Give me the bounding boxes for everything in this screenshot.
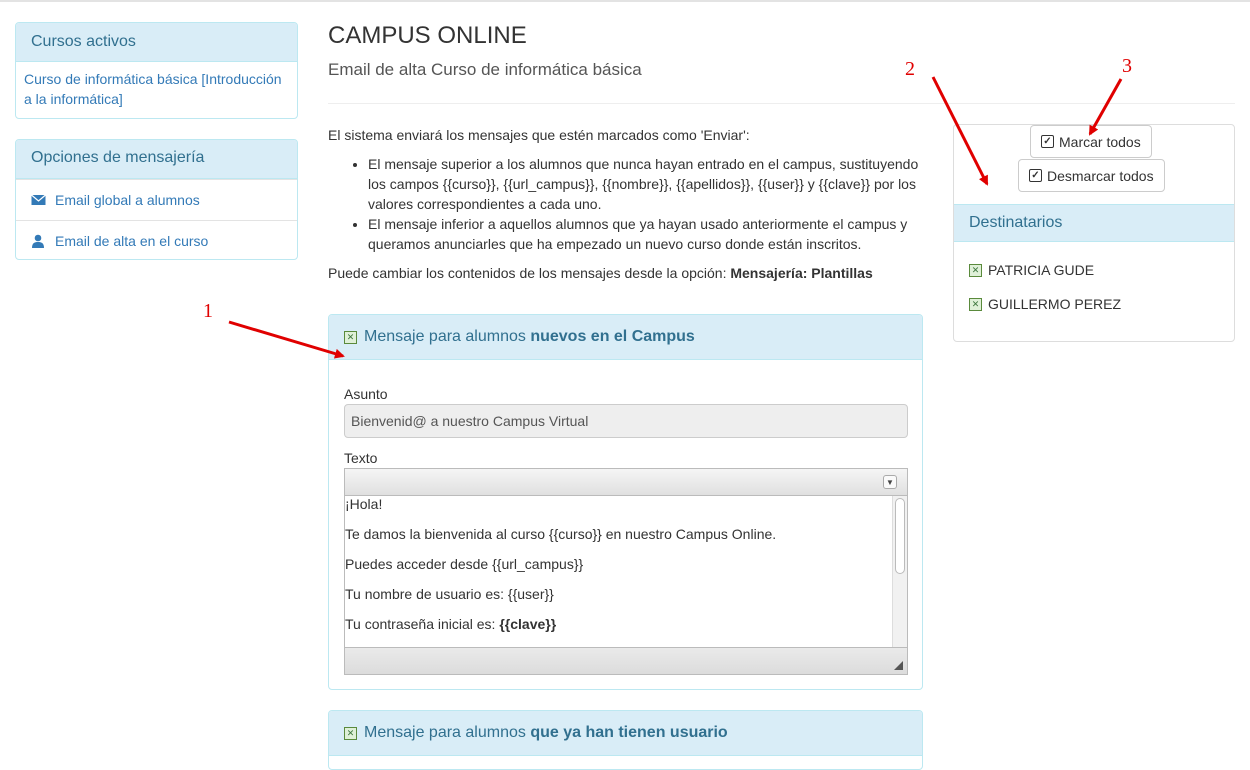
editor-line: Puedes acceder desde {{url_campus}} bbox=[345, 556, 584, 572]
templates-option: Mensajería: Plantillas bbox=[730, 265, 873, 281]
editor-line: ¡Hola! bbox=[345, 496, 383, 512]
rich-text-editor[interactable]: ▼ ¡Hola! Te damos la bienvenida al curso… bbox=[344, 468, 908, 675]
intro-bullet: El mensaje superior a los alumnos que nu… bbox=[368, 154, 928, 214]
subject-label: Asunto bbox=[344, 386, 388, 402]
editor-line: Tu nombre de usuario es: {{user}} bbox=[345, 586, 554, 602]
heading-bold: que ya han tienen usuario bbox=[530, 724, 728, 741]
editor-statusbar bbox=[345, 647, 907, 674]
recipient-item[interactable]: ✕ GUILLERMO PEREZ bbox=[969, 296, 1121, 312]
intro-lead: El sistema enviará los mensajes que esté… bbox=[328, 127, 750, 143]
existing-students-heading: ✕ Mensaje para alumnos que ya han tienen… bbox=[329, 711, 922, 756]
intro-footer-text: Puede cambiar los contenidos de los mens… bbox=[328, 265, 727, 281]
active-courses-panel: Cursos activos Curso de informática bási… bbox=[15, 22, 298, 119]
recipient-name: GUILLERMO PEREZ bbox=[988, 296, 1122, 312]
recipients-panel: ✓ Marcar todos ✓ Desmarcar todos Destina… bbox=[953, 124, 1235, 342]
editor-scrollbar[interactable] bbox=[892, 496, 907, 647]
recipient-checkbox[interactable]: ✕ bbox=[969, 297, 982, 311]
intro-footer: Puede cambiar los contenidos de los mens… bbox=[328, 263, 928, 283]
annotation-number: 1 bbox=[203, 300, 213, 322]
send-checkbox[interactable]: ✕ bbox=[344, 330, 357, 344]
text-label: Texto bbox=[344, 450, 378, 466]
sidebar-item-label: Email de alta en el curso bbox=[55, 233, 209, 249]
envelope-icon bbox=[31, 194, 55, 206]
intro-list: El mensaje superior a los alumnos que nu… bbox=[328, 154, 928, 254]
heading-prefix: Mensaje para alumnos bbox=[364, 328, 526, 345]
course-link[interactable]: Curso de informática básica [Introducció… bbox=[16, 62, 297, 116]
heading-prefix: Mensaje para alumnos bbox=[364, 724, 526, 741]
active-courses-heading: Cursos activos bbox=[16, 23, 297, 62]
mark-all-label: Marcar todos bbox=[1059, 133, 1141, 150]
resize-handle-icon[interactable] bbox=[894, 661, 903, 670]
subject-input[interactable] bbox=[344, 404, 908, 438]
editor-line: Te damos la bienvenida al curso {{curso}… bbox=[345, 526, 777, 542]
heading-bold: nuevos en el Campus bbox=[530, 328, 695, 345]
new-students-heading: ✕ Mensaje para alumnos nuevos en el Camp… bbox=[329, 315, 922, 360]
editor-line: Tu contraseña inicial es: {{clave}} bbox=[345, 616, 556, 632]
annotation-arrow-1 bbox=[228, 320, 345, 359]
sidebar-item-global-email[interactable]: Email global a alumnos bbox=[16, 179, 297, 220]
messaging-options-heading: Opciones de mensajería bbox=[16, 140, 297, 179]
header-divider bbox=[328, 103, 1235, 104]
recipient-checkbox[interactable]: ✕ bbox=[969, 263, 982, 277]
intro-text: El sistema enviará los mensajes que esté… bbox=[328, 125, 928, 283]
toolbar-dropdown-icon[interactable]: ▼ bbox=[883, 475, 897, 489]
new-students-message-panel: ✕ Mensaje para alumnos nuevos en el Camp… bbox=[328, 314, 923, 690]
editor-toolbar: ▼ bbox=[345, 469, 907, 496]
scrollbar-thumb[interactable] bbox=[895, 498, 905, 574]
messaging-options-panel: Opciones de mensajería Email global a al… bbox=[15, 139, 298, 260]
editor-body[interactable]: ¡Hola! Te damos la bienvenida al curso {… bbox=[345, 496, 907, 647]
check-square-icon: ✓ bbox=[1041, 135, 1054, 148]
password-placeholder: {{clave}} bbox=[499, 616, 557, 632]
recipients-heading: Destinatarios bbox=[954, 204, 1234, 242]
unmark-all-button[interactable]: ✓ Desmarcar todos bbox=[1018, 159, 1165, 192]
annotation-number: 3 bbox=[1122, 55, 1132, 77]
annotation-number: 2 bbox=[905, 58, 915, 80]
send-checkbox[interactable]: ✕ bbox=[344, 726, 357, 740]
sidebar-item-label: Email global a alumnos bbox=[55, 192, 200, 208]
page-subtitle: Email de alta Curso de informática básic… bbox=[328, 60, 642, 79]
top-divider bbox=[0, 0, 1250, 2]
recipient-name: PATRICIA GUDE bbox=[988, 262, 1095, 278]
sidebar-item-signup-email[interactable]: Email de alta en el curso bbox=[16, 220, 297, 259]
password-label: Tu contraseña inicial es: bbox=[345, 616, 496, 632]
user-icon bbox=[31, 234, 55, 248]
unmark-all-label: Desmarcar todos bbox=[1047, 167, 1154, 184]
page-title: CAMPUS ONLINE bbox=[328, 22, 527, 49]
mark-all-button[interactable]: ✓ Marcar todos bbox=[1030, 125, 1152, 158]
existing-students-message-panel: ✕ Mensaje para alumnos que ya han tienen… bbox=[328, 710, 923, 770]
check-square-icon: ✓ bbox=[1029, 169, 1042, 182]
intro-bullet: El mensaje inferior a aquellos alumnos q… bbox=[368, 214, 928, 254]
recipient-item[interactable]: ✕ PATRICIA GUDE bbox=[969, 262, 1094, 278]
